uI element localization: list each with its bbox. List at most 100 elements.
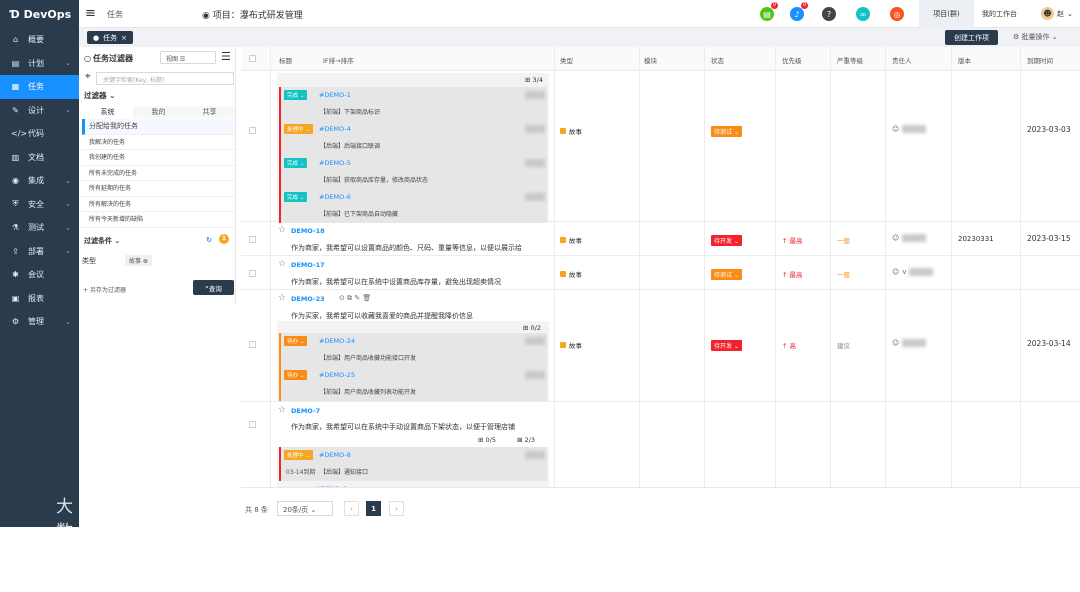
user-menu[interactable]: ☻ 赵 ⌄ xyxy=(1041,7,1073,20)
nav-item-3[interactable]: ✎ 设计 ⌄ xyxy=(0,99,79,123)
subtask-item[interactable]: 完成 ⌄ #DEMO-5 【前端】获取商品库存量，修改商品状态 xyxy=(279,155,547,189)
project-title[interactable]: ◉ 项目：瀑布式研发管理 xyxy=(202,8,303,21)
favorite-star-icon[interactable]: ☆ xyxy=(278,225,286,235)
nav-item-11[interactable]: ▣ 报表 xyxy=(0,287,79,311)
help-icon[interactable]: ? xyxy=(822,7,836,21)
row-checkbox[interactable] xyxy=(249,341,256,348)
subtask-status-badge[interactable]: 完成 ⌄ xyxy=(284,90,308,100)
nav-item-12[interactable]: ⚙ 管理 ⌄ xyxy=(0,310,79,334)
filters-section-title[interactable]: 过滤器 ⌄ xyxy=(84,90,115,101)
column-header[interactable]: 标题 xyxy=(279,55,292,65)
subtask-id[interactable]: #DEMO-5 xyxy=(319,159,351,167)
task-title[interactable]: 作为买家，我希望可以收藏我喜爱的商品并提醒我降价信息 xyxy=(291,311,549,321)
subtask-status-badge[interactable]: 完成 ⌄ xyxy=(284,192,308,202)
bell-icon[interactable]: ♪ 0 xyxy=(790,2,808,21)
subtask-item[interactable]: 完成 ⌄ #DEMO-6 【前端】已下架商品自动隐藏 xyxy=(279,189,547,223)
assignee-cell[interactable]: ☺ xyxy=(892,339,927,347)
status-badge[interactable]: 待测试 ⌄ xyxy=(711,126,742,137)
filter-tab[interactable]: 系统 xyxy=(82,106,133,118)
row-actions[interactable]: ⊙ ⧉ ✎ 🗑 xyxy=(339,294,371,303)
task-title[interactable]: 作为商家，我希望可以在系统中手动设置商品下架状态，以便于管理店铺 xyxy=(291,422,549,432)
assignee-cell[interactable]: ☺ v xyxy=(892,268,934,276)
row-checkbox[interactable] xyxy=(249,421,256,428)
column-header[interactable]: 模块 xyxy=(644,55,657,65)
filter-item[interactable]: 所有今天新增的缺陷 xyxy=(82,212,235,228)
subtask-id[interactable]: #DEMO-8 xyxy=(319,451,351,459)
favorite-star-icon[interactable]: ☆ xyxy=(278,293,286,303)
notice-icon[interactable]: ▤ 0 xyxy=(760,2,778,21)
filter-tab[interactable]: 我的 xyxy=(133,106,184,118)
row-checkbox[interactable] xyxy=(249,270,256,277)
assignee-cell[interactable]: ☺ xyxy=(892,125,927,133)
create-workitem-button[interactable]: 创建工作项 xyxy=(945,30,998,45)
filter-item[interactable]: 我创建的任务 xyxy=(82,150,235,166)
nav-item-2[interactable]: ▦ 任务 xyxy=(0,75,79,99)
query-button[interactable]: ⌕ 查询 xyxy=(193,280,234,295)
column-header[interactable]: 状态 xyxy=(711,55,724,65)
nav-item-8[interactable]: ⚗ 测试 ⌄ xyxy=(0,216,79,240)
tab-project-group[interactable]: 项目(群) xyxy=(919,0,974,28)
column-header[interactable]: 严重等级 xyxy=(837,55,863,65)
type-value-tag[interactable]: 故事 ⊗ xyxy=(125,255,152,266)
subtask-id[interactable]: #DEMO-4 xyxy=(319,125,351,133)
column-header[interactable]: IF排→排序 xyxy=(323,55,354,65)
task-id[interactable]: DEMO-18 xyxy=(291,227,325,235)
filter-item[interactable]: 分配给我的任务 xyxy=(82,119,235,135)
column-header[interactable]: 版本 xyxy=(958,55,971,65)
nav-item-0[interactable]: ⌂ 概要 xyxy=(0,28,79,52)
subtask-item[interactable]: 待办 ⌄ #DEMO-25 【前端】用户商品收藏列表功能开发 xyxy=(279,367,547,401)
view-select[interactable]: 视图 ☰ xyxy=(160,51,216,64)
subtask-status-badge[interactable]: 完成 ⌄ xyxy=(284,158,308,168)
favorite-star-icon[interactable]: ☆ xyxy=(278,405,286,415)
subtask-id[interactable]: #DEMO-1 xyxy=(319,91,351,99)
subtask-item[interactable]: 处理中 ⌄ #DEMO-4 【后端】后端接口联调 xyxy=(279,121,547,155)
prev-page-button[interactable]: ‹ xyxy=(344,501,359,516)
brand-logo[interactable]: Ɗ DevOps xyxy=(0,0,79,28)
select-all-checkbox[interactable] xyxy=(249,55,256,62)
status-badge[interactable]: 待开发 ⌄ xyxy=(711,235,742,246)
subtask-status-badge[interactable]: 待办 ⌄ xyxy=(284,336,308,346)
assignee-cell[interactable]: ☺ xyxy=(892,234,927,242)
subtask-item[interactable]: 待办 ⌄ #DEMO-24 【后端】用户商品收藏功能接口开发 xyxy=(279,333,547,367)
filter-conditions-title[interactable]: 过滤条件 ⌄ ↻ 1 xyxy=(84,234,234,246)
status-badge[interactable]: 待开发 ⌄ xyxy=(711,340,742,351)
task-id[interactable]: DEMO-7 xyxy=(291,407,320,415)
subtask-id[interactable]: #DEMO-24 xyxy=(319,337,355,345)
next-page-button[interactable]: › xyxy=(389,501,404,516)
nav-item-1[interactable]: ▤ 计划 ⌄ xyxy=(0,52,79,76)
feedback-icon[interactable]: ◎ xyxy=(890,7,904,21)
column-header[interactable]: 优先级 xyxy=(782,55,802,65)
subtask-status-badge[interactable]: 处理中 ⌄ xyxy=(284,124,313,134)
subtask-id[interactable]: #DEMO-6 xyxy=(319,193,351,201)
nav-item-9[interactable]: ⇪ 部署 ⌄ xyxy=(0,240,79,264)
subtask-item[interactable]: 处理中 ⌄ #DEMO-8 03-14到期 【后端】通知接口 xyxy=(279,447,547,481)
menu-icon[interactable]: ☰ xyxy=(221,50,231,63)
batch-operation-button[interactable]: ⚙ 批量操作 ⌄ xyxy=(1013,32,1058,42)
subtask-item[interactable]: 完成 ⌄ #DEMO-1 【前端】下架商品标识 xyxy=(279,87,547,121)
tab-task[interactable]: ● 任务 × xyxy=(87,31,133,44)
task-id[interactable]: DEMO-17 xyxy=(291,261,325,269)
task-id[interactable]: DEMO-23 xyxy=(291,295,325,303)
favorite-star-icon[interactable]: ☆ xyxy=(278,259,286,269)
nav-item-4[interactable]: </> 代码 xyxy=(0,122,79,146)
link-icon[interactable]: ∞ xyxy=(856,7,870,21)
save-as-filter-link[interactable]: + 另存为过滤器 xyxy=(83,285,126,294)
column-header[interactable]: 类型 xyxy=(560,55,573,65)
page-1-button[interactable]: 1 xyxy=(366,501,381,516)
row-checkbox[interactable] xyxy=(249,127,256,134)
subtask-id[interactable]: #DEMO-25 xyxy=(319,371,355,379)
nav-item-10[interactable]: ✱ 会议 xyxy=(0,263,79,287)
task-title[interactable]: 作为商家，我希望可以在系统中设置商品库存量，避免出现超卖情况 xyxy=(291,277,549,287)
refresh-icon[interactable]: ↻ xyxy=(206,236,212,244)
filter-item[interactable]: 所有未完成的任务 xyxy=(82,166,235,181)
filter-tab[interactable]: 共享 xyxy=(184,106,235,118)
filter-item[interactable]: 所有延期的任务 xyxy=(82,181,235,197)
column-header[interactable]: 责任人 xyxy=(892,55,912,65)
hamburger-menu-icon[interactable]: ≡ xyxy=(85,6,96,21)
status-badge[interactable]: 待测试 ⌄ xyxy=(711,269,742,280)
subtask-status-badge[interactable]: 待办 ⌄ xyxy=(284,370,308,380)
keyword-search-input[interactable]: 关键字检索(Key, 标题) xyxy=(96,72,234,85)
row-checkbox[interactable] xyxy=(249,236,256,243)
subtask-status-badge[interactable]: 处理中 ⌄ xyxy=(284,450,313,460)
close-icon[interactable]: × xyxy=(121,34,127,42)
